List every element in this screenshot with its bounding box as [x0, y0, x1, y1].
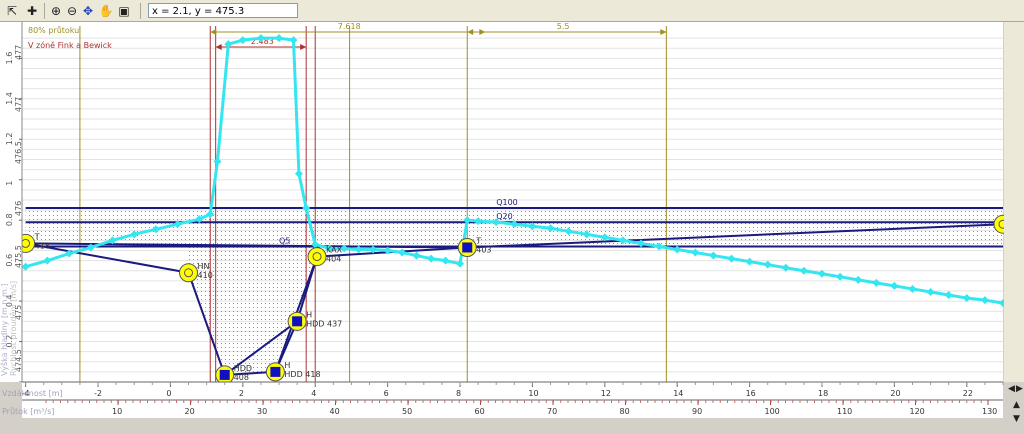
survey-point-code: 410 [198, 271, 213, 280]
add-point-icon[interactable]: ✚ [24, 3, 40, 19]
left-axis-title: Výška hladiny [m n.m.] [0, 284, 9, 376]
scroll-up-icon[interactable]: ▲ [1013, 400, 1020, 410]
note-zone: V zóně Fink a Bewick [28, 40, 112, 50]
survey-point-label: HN [198, 262, 210, 271]
survey-point-code: HDD 437 [306, 319, 342, 328]
toolbar-divider [140, 3, 141, 19]
discharge-tick-label: 90 [692, 407, 702, 416]
discharge-axis-title: Průtok [m³/s] [2, 406, 54, 416]
distance-tick-label: 16 [746, 389, 756, 398]
survey-point-label: H [284, 361, 290, 370]
discharge-tick-label: 80 [620, 407, 630, 416]
dimension-label: 5.5 [557, 22, 570, 31]
survey-point-code: 404 [326, 255, 341, 264]
velocity-tick-label: 1.6 [5, 52, 14, 65]
toolbar: ⇱ ✚ ⊕ ⊖ ✥ ✋ ▣ x = 2.1, y = 475.3 [0, 0, 1024, 22]
velocity-tick-label: 0.8 [5, 213, 14, 226]
distance-axis-title: Vzdálenost [m] [2, 389, 63, 398]
survey-point-label: KAX [326, 246, 343, 255]
distance-tick-label: 6 [384, 389, 389, 398]
scroll-right-icon[interactable]: ▶ [1016, 384, 1023, 394]
elevation-tick-label: 475.5 [14, 245, 23, 268]
zoom-out-icon[interactable]: ⊖ [64, 3, 80, 19]
survey-point-code: 403 [476, 245, 491, 254]
discharge-tick-label: 70 [547, 407, 557, 416]
pan-icon[interactable]: ✥ [80, 3, 96, 19]
discharge-tick-label: 130 [982, 407, 997, 416]
select-icon[interactable]: ⇱ [4, 3, 20, 19]
survey-point-marker [307, 247, 327, 267]
water-level-label: Q5 [279, 236, 290, 245]
survey-point-square [292, 316, 303, 327]
discharge-tick-label: 20 [185, 407, 195, 416]
elevation-tick-label: 477 [14, 45, 23, 60]
hand-icon[interactable]: ✋ [98, 3, 114, 19]
distance-tick-label: -2 [94, 389, 102, 398]
distance-tick-label: 22 [963, 389, 973, 398]
survey-point-code: 408 [234, 373, 249, 382]
survey-point-code: HDD 418 [284, 370, 320, 379]
toolbar-divider [44, 3, 45, 19]
elevation-tick-label: 476 [14, 201, 23, 216]
discharge-tick-label: 100 [765, 407, 780, 416]
vertical-scrollbar [1004, 22, 1024, 382]
discharge-tick-label: 50 [402, 407, 412, 416]
survey-point-code: 418 [35, 241, 50, 250]
distance-tick-label: 10 [528, 389, 538, 398]
survey-point-label: T [475, 236, 481, 245]
distance-tick-label: 18 [818, 389, 828, 398]
survey-point-marker [179, 263, 199, 283]
discharge-tick-label: 30 [257, 407, 267, 416]
note-flow-percent: 80% průtoku [28, 25, 79, 35]
scroll-down-icon[interactable]: ▼ [1013, 414, 1020, 424]
velocity-tick-label: 1.4 [5, 92, 14, 105]
dimension-label: 7.618 [338, 22, 361, 31]
velocity-tick-label: 0.6 [5, 254, 14, 267]
distance-tick-label: 0 [166, 389, 171, 398]
water-level-label: Q100 [496, 198, 518, 207]
elevation-tick-label: 477 [14, 97, 23, 112]
survey-point-square [219, 369, 230, 380]
discharge-tick-label: 10 [112, 407, 122, 416]
discharge-tick-label: 110 [837, 407, 852, 416]
coordinate-readout: x = 2.1, y = 475.3 [148, 3, 298, 18]
distance-tick-label: 4 [311, 389, 316, 398]
distance-tick-label: 8 [456, 389, 461, 398]
left-axis-title-2: Rychlost proudění [m/s] [9, 281, 18, 376]
velocity-tick-label: 1.2 [5, 133, 14, 146]
survey-point-label: H [306, 310, 312, 319]
zoom-in-icon[interactable]: ⊕ [48, 3, 64, 19]
water-level-label: Q20 [496, 212, 512, 221]
survey-point-label: T [34, 232, 40, 241]
survey-point-square [270, 366, 281, 377]
distance-tick-label: 2 [239, 389, 244, 398]
distance-tick-label: 20 [890, 389, 900, 398]
survey-point-square [462, 242, 473, 253]
survey-point-label: HDD [234, 364, 252, 373]
cross-section-chart[interactable]: Q100Q20Q57.6182.4835.5T418HN410HDD408HHD… [0, 22, 1024, 434]
velocity-tick-label: 1 [5, 181, 14, 186]
distance-tick-label: 14 [673, 389, 683, 398]
elevation-tick-label: 476.5 [14, 141, 23, 164]
discharge-tick-label: 60 [475, 407, 485, 416]
distance-tick-label: 12 [601, 389, 611, 398]
scroll-left-icon[interactable]: ◀ [1008, 384, 1015, 394]
fit-view-icon[interactable]: ▣ [116, 3, 132, 19]
discharge-tick-label: 40 [330, 407, 340, 416]
discharge-tick-label: 120 [910, 407, 925, 416]
